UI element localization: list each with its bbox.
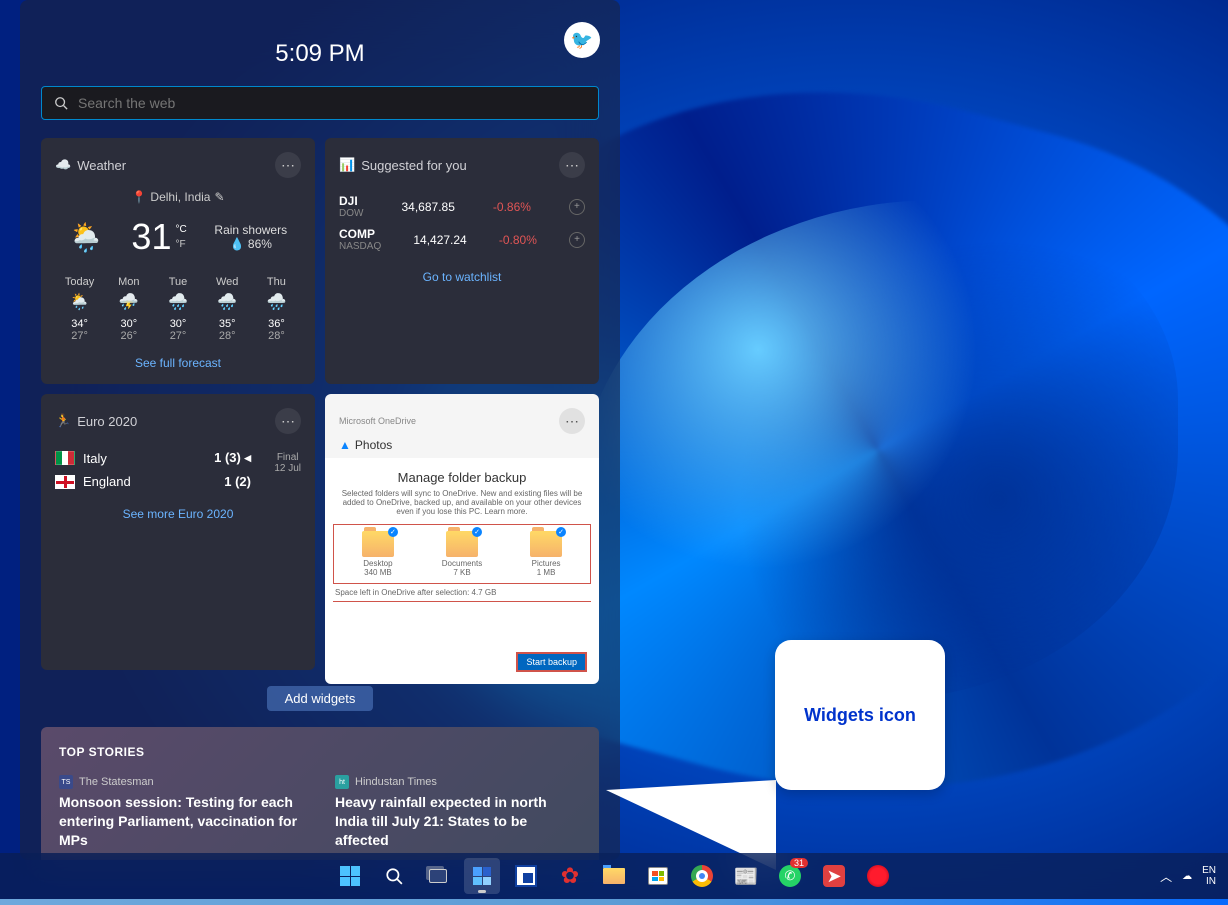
search-bar[interactable] (41, 86, 599, 120)
weather-widget[interactable]: ☁️ Weather ⋯ 📍 Delhi, India ✎ 🌦️ 31 °C °F… (41, 138, 315, 384)
system-tray[interactable]: ︿ ☁ EN IN (1160, 865, 1216, 887)
sport-icon: 🏃 (55, 413, 71, 429)
callout-annotation: Widgets icon (775, 640, 945, 790)
photos-more-button[interactable]: ⋯ (559, 408, 585, 434)
add-stock-button[interactable]: + (569, 199, 585, 215)
stock-row[interactable]: DJIDOW34,687.85-0.86%+ (339, 190, 585, 223)
folder-icon (362, 531, 394, 557)
backup-folder[interactable]: Documents7 KB (442, 531, 482, 577)
top-stories-heading: TOP STORIES (59, 745, 581, 759)
taskbar[interactable]: ✿ 📰 ✆31 ➤ ︿ ☁ EN IN (0, 853, 1228, 899)
forecast-day[interactable]: Mon⛈️30°26° (104, 276, 153, 342)
tray-onedrive-icon[interactable]: ☁ (1182, 871, 1192, 882)
weather-icon: ☁️ (55, 157, 71, 173)
stock-row[interactable]: COMPNASDAQ14,427.24-0.80%+ (339, 223, 585, 256)
humidity-value: 86% (248, 237, 272, 251)
team-row[interactable]: England1 (2) (55, 470, 251, 493)
unit-fahrenheit[interactable]: °F (175, 239, 186, 250)
see-full-forecast-link[interactable]: See full forecast (55, 356, 301, 370)
search-icon (54, 96, 68, 110)
weather-location[interactable]: 📍 Delhi, India ✎ (55, 190, 301, 204)
current-temp: 31 (131, 216, 171, 258)
taskbar-app-news[interactable]: 📰 (728, 858, 764, 894)
stocks-title: Suggested for you (361, 158, 467, 173)
backup-folder[interactable]: Pictures1 MB (530, 531, 562, 577)
photos-title: Photos (355, 438, 392, 452)
taskbar-app-todoist[interactable]: ➤ (816, 858, 852, 894)
space-left-label: Space left in OneDrive after selection: … (333, 584, 591, 602)
stocks-more-button[interactable]: ⋯ (559, 152, 585, 178)
see-more-euro-link[interactable]: See more Euro 2020 (55, 507, 301, 521)
story-item[interactable]: htHindustan TimesHeavy rainfall expected… (335, 775, 581, 850)
whatsapp-button[interactable]: ✆31 (772, 858, 808, 894)
widgets-panel: 5:09 PM 🐦 ☁️ Weather ⋯ 📍 Delhi, India ✎ … (20, 0, 620, 860)
photos-subtitle: Selected folders will sync to OneDrive. … (333, 489, 591, 516)
stocks-icon: 📊 (339, 157, 355, 173)
user-avatar-button[interactable]: 🐦 (564, 22, 600, 58)
region-indicator[interactable]: IN (1202, 876, 1216, 887)
file-explorer-button[interactable] (596, 858, 632, 894)
sport-title: Euro 2020 (77, 414, 137, 429)
chrome-button[interactable] (684, 858, 720, 894)
language-indicator[interactable]: EN (1202, 865, 1216, 876)
start-button[interactable] (332, 858, 368, 894)
location-pin-icon: 📍 (131, 190, 146, 204)
photos-folders: Desktop340 MB Documents7 KB Pictures1 MB (333, 524, 591, 584)
flag-icon (55, 475, 75, 489)
weather-title: Weather (77, 158, 126, 173)
taskbar-app-whiteboard[interactable] (508, 858, 544, 894)
weather-more-button[interactable]: ⋯ (275, 152, 301, 178)
taskbar-app-huawei[interactable]: ✿ (552, 858, 588, 894)
folder-icon (446, 531, 478, 557)
story-item[interactable]: TSThe StatesmanMonsoon session: Testing … (59, 775, 305, 850)
photos-brand: Microsoft OneDrive (339, 416, 416, 426)
photos-heading: Manage folder backup (333, 470, 591, 485)
sports-widget[interactable]: 🏃 Euro 2020 ⋯ Italy1 (3) ◂England1 (2) F… (41, 394, 315, 670)
widgets-header: 5:09 PM 🐦 (35, 12, 605, 86)
team-row[interactable]: Italy1 (3) ◂ (55, 446, 251, 470)
humidity-icon: 💧 (230, 237, 245, 251)
sport-more-button[interactable]: ⋯ (275, 408, 301, 434)
forecast-row: Today🌦️34°27°Mon⛈️30°26°Tue🌧️30°27°Wed🌧️… (55, 276, 301, 342)
tray-chevron-up-icon[interactable]: ︿ (1160, 868, 1172, 885)
top-stories-widget[interactable]: TOP STORIES TSThe StatesmanMonsoon sessi… (41, 727, 599, 860)
photos-icon: ▲ (339, 438, 351, 452)
flag-icon (55, 451, 75, 465)
start-backup-button[interactable]: Start backup (516, 652, 587, 672)
task-view-button[interactable] (420, 858, 456, 894)
photos-widget[interactable]: Microsoft OneDrive ⋯ ▲ Photos Manage fol… (325, 394, 599, 670)
add-stock-button[interactable]: + (569, 232, 585, 248)
forecast-day[interactable]: Today🌦️34°27° (55, 276, 104, 342)
unit-celsius[interactable]: °C (175, 224, 186, 235)
taskbar-search-button[interactable] (376, 858, 412, 894)
forecast-day[interactable]: Thu🌧️36°28° (252, 276, 301, 342)
edit-icon[interactable]: ✎ (214, 190, 224, 204)
match-status: Final 12 Jul (274, 452, 301, 474)
microsoft-store-button[interactable] (640, 858, 676, 894)
whatsapp-badge: 31 (790, 858, 808, 868)
stocks-widget[interactable]: 📊 Suggested for you ⋯ DJIDOW34,687.85-0.… (325, 138, 599, 384)
weather-condition: Rain showers (214, 223, 287, 237)
add-widgets-button[interactable]: Add widgets (267, 686, 374, 711)
opera-button[interactable] (860, 858, 896, 894)
widgets-button[interactable] (464, 858, 500, 894)
panel-time: 5:09 PM (275, 40, 364, 68)
search-input[interactable] (78, 95, 586, 111)
forecast-day[interactable]: Tue🌧️30°27° (153, 276, 202, 342)
go-to-watchlist-link[interactable]: Go to watchlist (339, 270, 585, 284)
forecast-day[interactable]: Wed🌧️35°28° (203, 276, 252, 342)
backup-folder[interactable]: Desktop340 MB (362, 531, 394, 577)
weather-current-icon: 🌦️ (69, 221, 104, 254)
folder-icon (530, 531, 562, 557)
